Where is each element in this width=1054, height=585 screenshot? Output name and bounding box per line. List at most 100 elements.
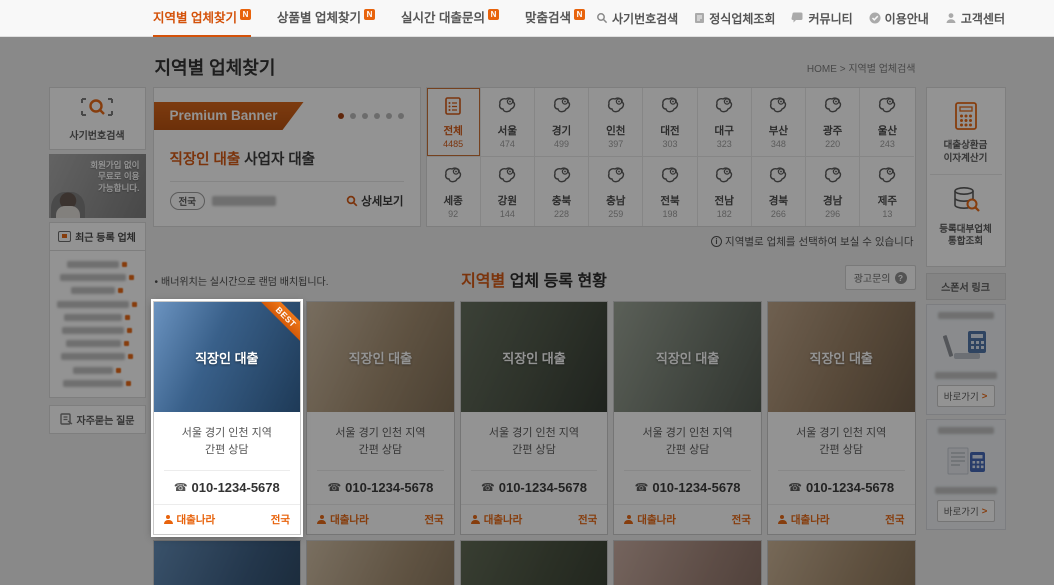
masked-company-text [63, 380, 123, 387]
nav-tab-1[interactable]: 지역별 업체찾기N [153, 0, 251, 37]
region-cell-세종[interactable]: 세종92 [427, 157, 481, 226]
nav-menu-label: 사기번호검색 [612, 10, 678, 27]
recent-company-item[interactable] [55, 324, 140, 337]
masked-sponsor-title [938, 427, 994, 434]
recent-company-item[interactable] [55, 311, 140, 324]
region-cell-경남[interactable]: 경남296 [806, 157, 860, 226]
recent-company-item[interactable] [55, 364, 140, 377]
person-icon [945, 12, 957, 24]
recent-company-item[interactable] [55, 337, 140, 350]
company-card[interactable]: 직장인 대출서울 경기 인천 지역간편 상담☎010-1234-5678대출나라… [153, 540, 302, 585]
tool-calculator[interactable]: 대출상환금이자계산기 [930, 97, 1002, 174]
region-cell-광주[interactable]: 광주220 [806, 88, 860, 157]
goto-button[interactable]: 바로가기> [937, 500, 995, 522]
nav-menu-chat[interactable]: 커뮤니티 [791, 10, 852, 27]
region-count: 397 [608, 139, 623, 149]
company-card[interactable]: 직장인 대출서울 경기 인천 지역간편 상담☎010-1234-5678대출나라… [306, 301, 455, 535]
region-cell-제주[interactable]: 제주13 [860, 157, 914, 226]
recent-company-item[interactable] [55, 350, 140, 363]
tool-db-search[interactable]: 등록대부업체통합조회 [930, 174, 1002, 258]
company-card[interactable]: 직장인 대출서울 경기 인천 지역간편 상담☎010-1234-5678대출나라… [767, 540, 916, 585]
region-cell-서울[interactable]: 서울474 [481, 88, 535, 157]
region-cell-인천[interactable]: 인천397 [589, 88, 643, 157]
sponsor-link-2[interactable]: 바로가기> [926, 419, 1006, 530]
new-marker-icon [127, 328, 132, 333]
region-cell-충북[interactable]: 충북228 [535, 157, 589, 226]
new-marker-icon [116, 368, 121, 373]
recent-company-item[interactable] [55, 258, 140, 271]
region-cell-대구[interactable]: 대구323 [698, 88, 752, 157]
region-cell-경북[interactable]: 경북266 [752, 157, 806, 226]
card-footer: 대출나라전국 [614, 504, 761, 534]
detail-view-link[interactable]: 상세보기 [346, 193, 403, 209]
breadcrumb[interactable]: HOME > 지역별 업체검색 [807, 60, 916, 75]
card-coverage-region: 전국 [885, 512, 904, 527]
chevron-right-icon: > [982, 506, 988, 517]
signup-free-promo-banner[interactable]: 회원가입 없이무료로 이용가능합니다. [49, 154, 146, 218]
recent-company-item[interactable] [55, 271, 140, 284]
card-company-name[interactable]: 대출나라 [164, 512, 216, 527]
card-company-name[interactable]: 대출나라 [317, 512, 369, 527]
nav-tabs: 지역별 업체찾기N 상품별 업체찾기N 실시간 대출문의N 맞춤검색N [153, 0, 585, 37]
region-cell-충남[interactable]: 충남259 [589, 157, 643, 226]
card-photo: 직장인 대출 [307, 302, 454, 412]
pagination-dot-4[interactable] [374, 113, 380, 119]
card-company-name[interactable]: 대출나라 [471, 512, 523, 527]
premium-banner-card[interactable]: Premium Banner 직장인 대출 사업자 대출 전국 상세보기 [153, 87, 421, 227]
pagination-dot-5[interactable] [386, 113, 392, 119]
region-cell-대전[interactable]: 대전303 [643, 88, 697, 157]
nav-menu-search[interactable]: 사기번호검색 [596, 10, 678, 27]
region-count: 348 [771, 139, 786, 149]
region-cell-울산[interactable]: 울산243 [860, 88, 914, 157]
nav-tab-4[interactable]: 맞춤검색N [525, 0, 585, 37]
region-cell-전체[interactable]: 전체4485 [427, 88, 481, 157]
card-phone-number[interactable]: ☎010-1234-5678 [768, 471, 915, 504]
pagination-dot-2[interactable] [350, 113, 356, 119]
sponsor-link-1[interactable]: 바로가기> [926, 304, 1006, 415]
card-company-name[interactable]: 대출나라 [778, 512, 830, 527]
faq-button[interactable]: 자주묻는 질문 [49, 405, 146, 434]
recent-company-item[interactable] [55, 377, 140, 390]
recent-company-item[interactable] [55, 298, 140, 311]
card-photo: 직장인 대출 [461, 302, 608, 412]
region-cell-부산[interactable]: 부산348 [752, 88, 806, 157]
nav-tab-3[interactable]: 실시간 대출문의N [401, 0, 499, 37]
pagination-dot-6[interactable] [398, 113, 404, 119]
region-grid-note: i 지역별로 업체를 선택하여 보실 수 있습니다 [155, 234, 914, 249]
fraud-number-search-button[interactable]: 사기번호검색 [49, 87, 146, 150]
pagination-dot-1[interactable] [338, 113, 344, 119]
new-marker-icon [128, 354, 133, 359]
company-card[interactable]: 직장인 대출서울 경기 인천 지역간편 상담☎010-1234-5678대출나라… [460, 301, 609, 535]
company-card[interactable]: 직장인 대출서울 경기 인천 지역간편 상담☎010-1234-5678대출나라… [613, 540, 762, 585]
phone-icon: ☎ [174, 481, 188, 494]
nav-tab-2[interactable]: 상품별 업체찾기N [277, 0, 375, 37]
recent-company-item[interactable] [55, 284, 140, 297]
company-card[interactable]: 직장인 대출BEST서울 경기 인천 지역간편 상담☎010-1234-5678… [153, 301, 302, 535]
region-cell-강원[interactable]: 강원144 [481, 157, 535, 226]
company-text: 대출나라 [791, 512, 830, 527]
company-card[interactable]: 직장인 대출서울 경기 인천 지역간편 상담☎010-1234-5678대출나라… [460, 540, 609, 585]
company-card[interactable]: 직장인 대출서울 경기 인천 지역간편 상담☎010-1234-5678대출나라… [613, 301, 762, 535]
region-name: 부산 [769, 123, 788, 138]
card-phone-number[interactable]: ☎010-1234-5678 [614, 471, 761, 504]
region-name: 충남 [606, 193, 625, 208]
nav-menu-check[interactable]: 이용안내 [869, 10, 929, 27]
card-photo: 직장인 대출 [614, 302, 761, 412]
card-company-name[interactable]: 대출나라 [624, 512, 676, 527]
ad-inquiry-button[interactable]: 광고문의 ? [845, 265, 916, 290]
pagination-dot-3[interactable] [362, 113, 368, 119]
card-phone-number[interactable]: ☎010-1234-5678 [307, 471, 454, 504]
region-cell-경기[interactable]: 경기499 [535, 88, 589, 157]
company-card[interactable]: 직장인 대출서울 경기 인천 지역간편 상담☎010-1234-5678대출나라… [767, 301, 916, 535]
region-cell-전북[interactable]: 전북198 [643, 157, 697, 226]
sidebar-tools: 대출상환금이자계산기등록대부업체통합조회 [926, 87, 1006, 267]
card-phone-number[interactable]: ☎010-1234-5678 [154, 471, 301, 504]
card-phone-number[interactable]: ☎010-1234-5678 [461, 471, 608, 504]
nav-menu-document[interactable]: 정식업체조회 [694, 10, 775, 27]
goto-button[interactable]: 바로가기> [937, 385, 995, 407]
company-card[interactable]: 직장인 대출서울 경기 인천 지역간편 상담☎010-1234-5678대출나라… [306, 540, 455, 585]
region-cell-전남[interactable]: 전남182 [698, 157, 752, 226]
recent-companies-title: 최근 등록 업체 [75, 229, 136, 244]
nav-menu-person[interactable]: 고객센터 [945, 10, 1005, 27]
region-count: 4485 [443, 139, 463, 149]
